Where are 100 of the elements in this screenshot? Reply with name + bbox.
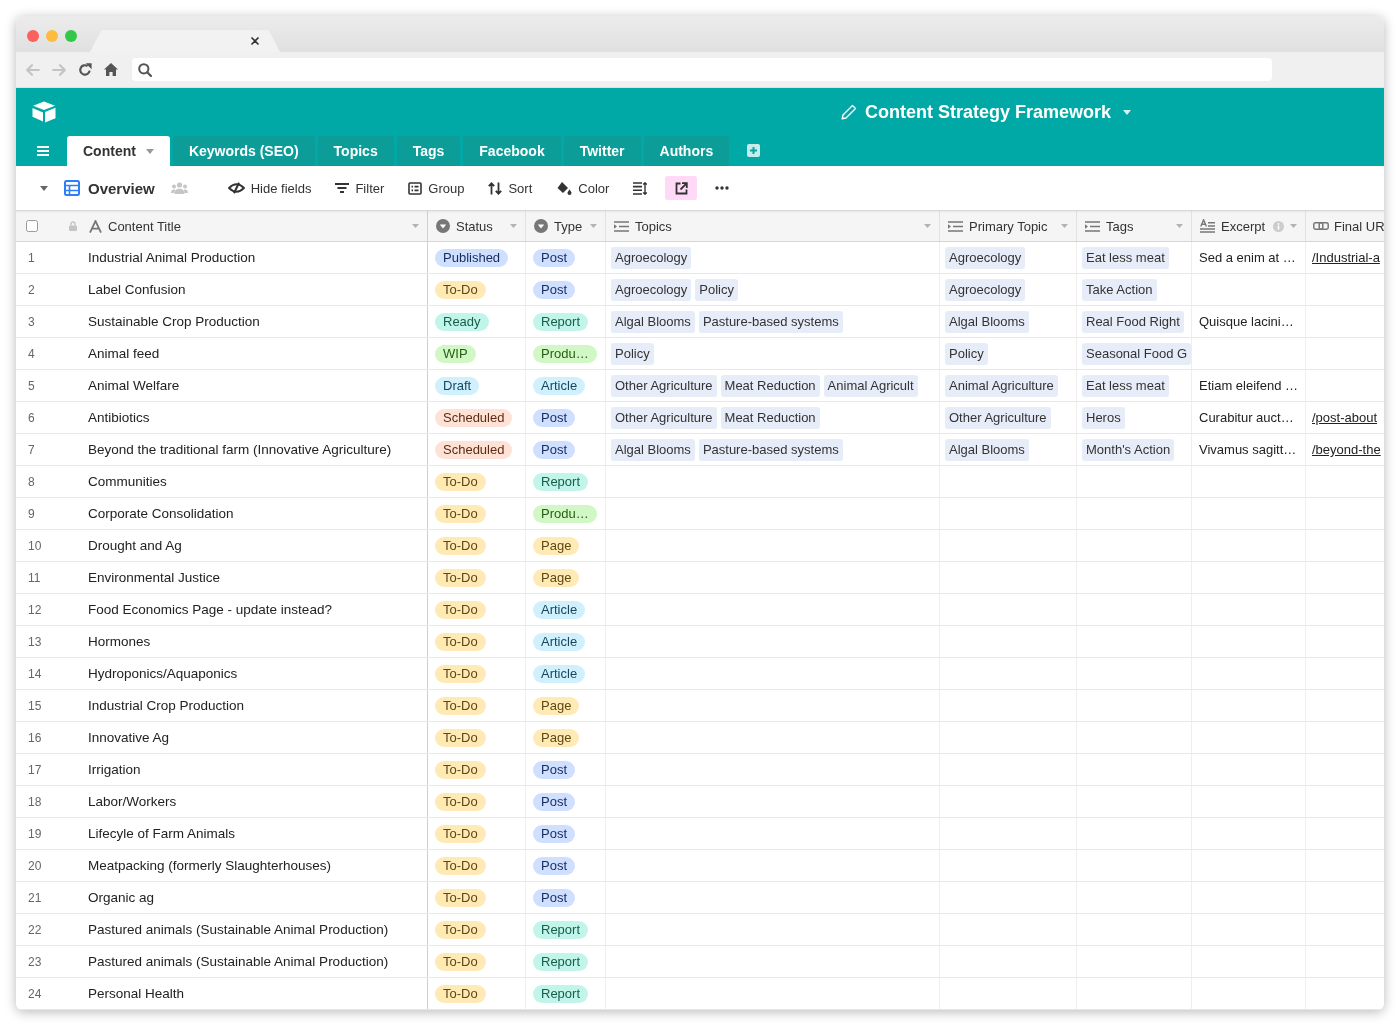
topic-chip[interactable]: Other Agriculture: [611, 406, 717, 429]
column-header[interactable]: Final UR: [1306, 211, 1384, 241]
type-tag: Post: [533, 888, 575, 907]
topic-chip[interactable]: Agroecology: [611, 278, 692, 301]
link-icon: [1313, 220, 1329, 232]
pencil-icon[interactable]: [840, 104, 857, 120]
close-icon[interactable]: [251, 37, 259, 45]
column-header[interactable]: Type: [526, 211, 606, 241]
close-window-icon[interactable]: [27, 30, 39, 42]
excerpt-text: Vivamus sagitt…: [1199, 442, 1297, 457]
url-link[interactable]: /post-about: [1312, 410, 1378, 425]
address-field[interactable]: [132, 58, 1272, 81]
more-icon[interactable]: [715, 186, 730, 190]
type-tag: Post: [533, 408, 575, 427]
row-number: 16: [28, 730, 42, 745]
row-height-icon[interactable]: [633, 181, 648, 195]
column-header[interactable]: Content Title: [80, 211, 428, 241]
topic-chip[interactable]: Algal Blooms: [611, 310, 695, 333]
status-tag: To-Do: [435, 600, 486, 619]
minimize-window-icon[interactable]: [46, 30, 58, 42]
reload-icon[interactable]: [78, 62, 92, 77]
url-link[interactable]: /Industrial-a: [1312, 250, 1380, 265]
caret-icon[interactable]: [145, 148, 154, 154]
topic-chip[interactable]: Agroecology: [611, 246, 692, 269]
color-button[interactable]: Color: [550, 175, 616, 201]
primary-topic-chip[interactable]: Animal Agriculture: [945, 374, 1058, 397]
maximize-window-icon[interactable]: [65, 30, 77, 42]
type-tag: Report: [533, 984, 589, 1003]
column-header[interactable]: Tags: [1077, 211, 1192, 241]
primary-topic-chip[interactable]: Agroecology: [945, 246, 1026, 269]
primary-topic-chip[interactable]: Algal Blooms: [945, 438, 1029, 461]
back-icon[interactable]: [26, 63, 40, 76]
tag-chip[interactable]: Take Action: [1082, 278, 1157, 301]
topic-chip[interactable]: Policy: [611, 342, 654, 365]
topic-chip[interactable]: Pasture-based systems: [698, 310, 843, 333]
tag-chip[interactable]: Eat less meat: [1082, 374, 1169, 397]
view-button[interactable]: Overview: [64, 179, 155, 197]
linked-record-icon: [614, 220, 629, 232]
topic-chip[interactable]: Other Agriculture: [611, 374, 717, 397]
tag-chip[interactable]: Month's Action: [1082, 438, 1175, 461]
people-icon[interactable]: [170, 182, 188, 194]
tag-chip[interactable]: Seasonal Food G: [1082, 342, 1191, 365]
primary-topic-chip[interactable]: Policy: [945, 342, 988, 365]
type-tag: Page: [533, 568, 580, 587]
caret-icon[interactable]: [1123, 109, 1131, 115]
type-tag: Post: [533, 760, 575, 779]
topic-chip[interactable]: Meat Reduction: [720, 374, 820, 397]
tag-chip[interactable]: Heros: [1082, 406, 1125, 429]
column-header[interactable]: Status: [428, 211, 526, 241]
logo-icon[interactable]: [32, 101, 56, 123]
type-tag: Report: [533, 920, 589, 939]
column-header[interactable]: Primary Topic: [940, 211, 1077, 241]
share-button[interactable]: [665, 176, 698, 200]
primary-topic-chip[interactable]: Other Agriculture: [945, 406, 1051, 429]
status-tag: To-Do: [435, 280, 486, 299]
row-number: 2: [28, 282, 35, 297]
filter-button[interactable]: Filter: [329, 175, 391, 201]
home-icon[interactable]: [104, 63, 118, 76]
row-number: 24: [28, 986, 42, 1001]
url-link[interactable]: /beyond-the: [1312, 442, 1381, 457]
status-tag: To-Do: [435, 728, 486, 747]
column-header[interactable]: Excerpt: [1192, 211, 1306, 241]
type-tag: Post: [533, 248, 575, 267]
topic-chip[interactable]: Policy: [695, 278, 738, 301]
primary-topic-chip[interactable]: Algal Blooms: [945, 310, 1029, 333]
dropdown-field-icon: [534, 219, 548, 233]
record-title: Pastured animals (Sustainable Animal Production): [88, 922, 389, 937]
hide-fields-button[interactable]: Hide fields: [221, 175, 318, 201]
status-tag: Draft: [435, 376, 480, 395]
column-header[interactable]: Topics: [606, 211, 940, 241]
tab[interactable]: Content: [67, 136, 170, 166]
topic-chip[interactable]: Pasture-based systems: [698, 438, 843, 461]
row-number: 4: [28, 346, 35, 361]
record-title: Personal Health: [88, 986, 185, 1001]
type-tag: Page: [533, 536, 580, 555]
topic-chip[interactable]: Animal Agricult: [823, 374, 918, 397]
group-button[interactable]: Group: [402, 175, 471, 201]
topic-chip[interactable]: Meat Reduction: [720, 406, 820, 429]
row-number: 8: [28, 474, 35, 489]
sort-button[interactable]: Sort: [482, 175, 539, 201]
status-tag: Ready: [435, 312, 489, 331]
forward-icon[interactable]: [52, 63, 66, 76]
menu-icon[interactable]: [37, 146, 49, 156]
primary-topic-chip[interactable]: Agroecology: [945, 278, 1026, 301]
checkbox[interactable]: [26, 220, 38, 232]
status-tag: To-Do: [435, 952, 486, 971]
type-tag: Report: [533, 312, 589, 331]
status-tag: To-Do: [435, 824, 486, 843]
filter-icon: [335, 183, 350, 193]
topic-chip[interactable]: Algal Blooms: [611, 438, 695, 461]
add-tab-icon[interactable]: [747, 144, 761, 157]
caret-icon[interactable]: [40, 185, 48, 191]
status-tag: To-Do: [435, 632, 486, 651]
row-number: 11: [28, 570, 41, 585]
tag-chip[interactable]: Eat less meat: [1082, 246, 1169, 269]
excerpt-text: Etiam eleifend …: [1199, 378, 1298, 393]
tag-chip[interactable]: Real Food Right: [1082, 310, 1184, 333]
record-title: Industrial Animal Production: [88, 250, 256, 265]
row-number: 5: [28, 378, 35, 393]
info-icon[interactable]: [1273, 220, 1285, 232]
